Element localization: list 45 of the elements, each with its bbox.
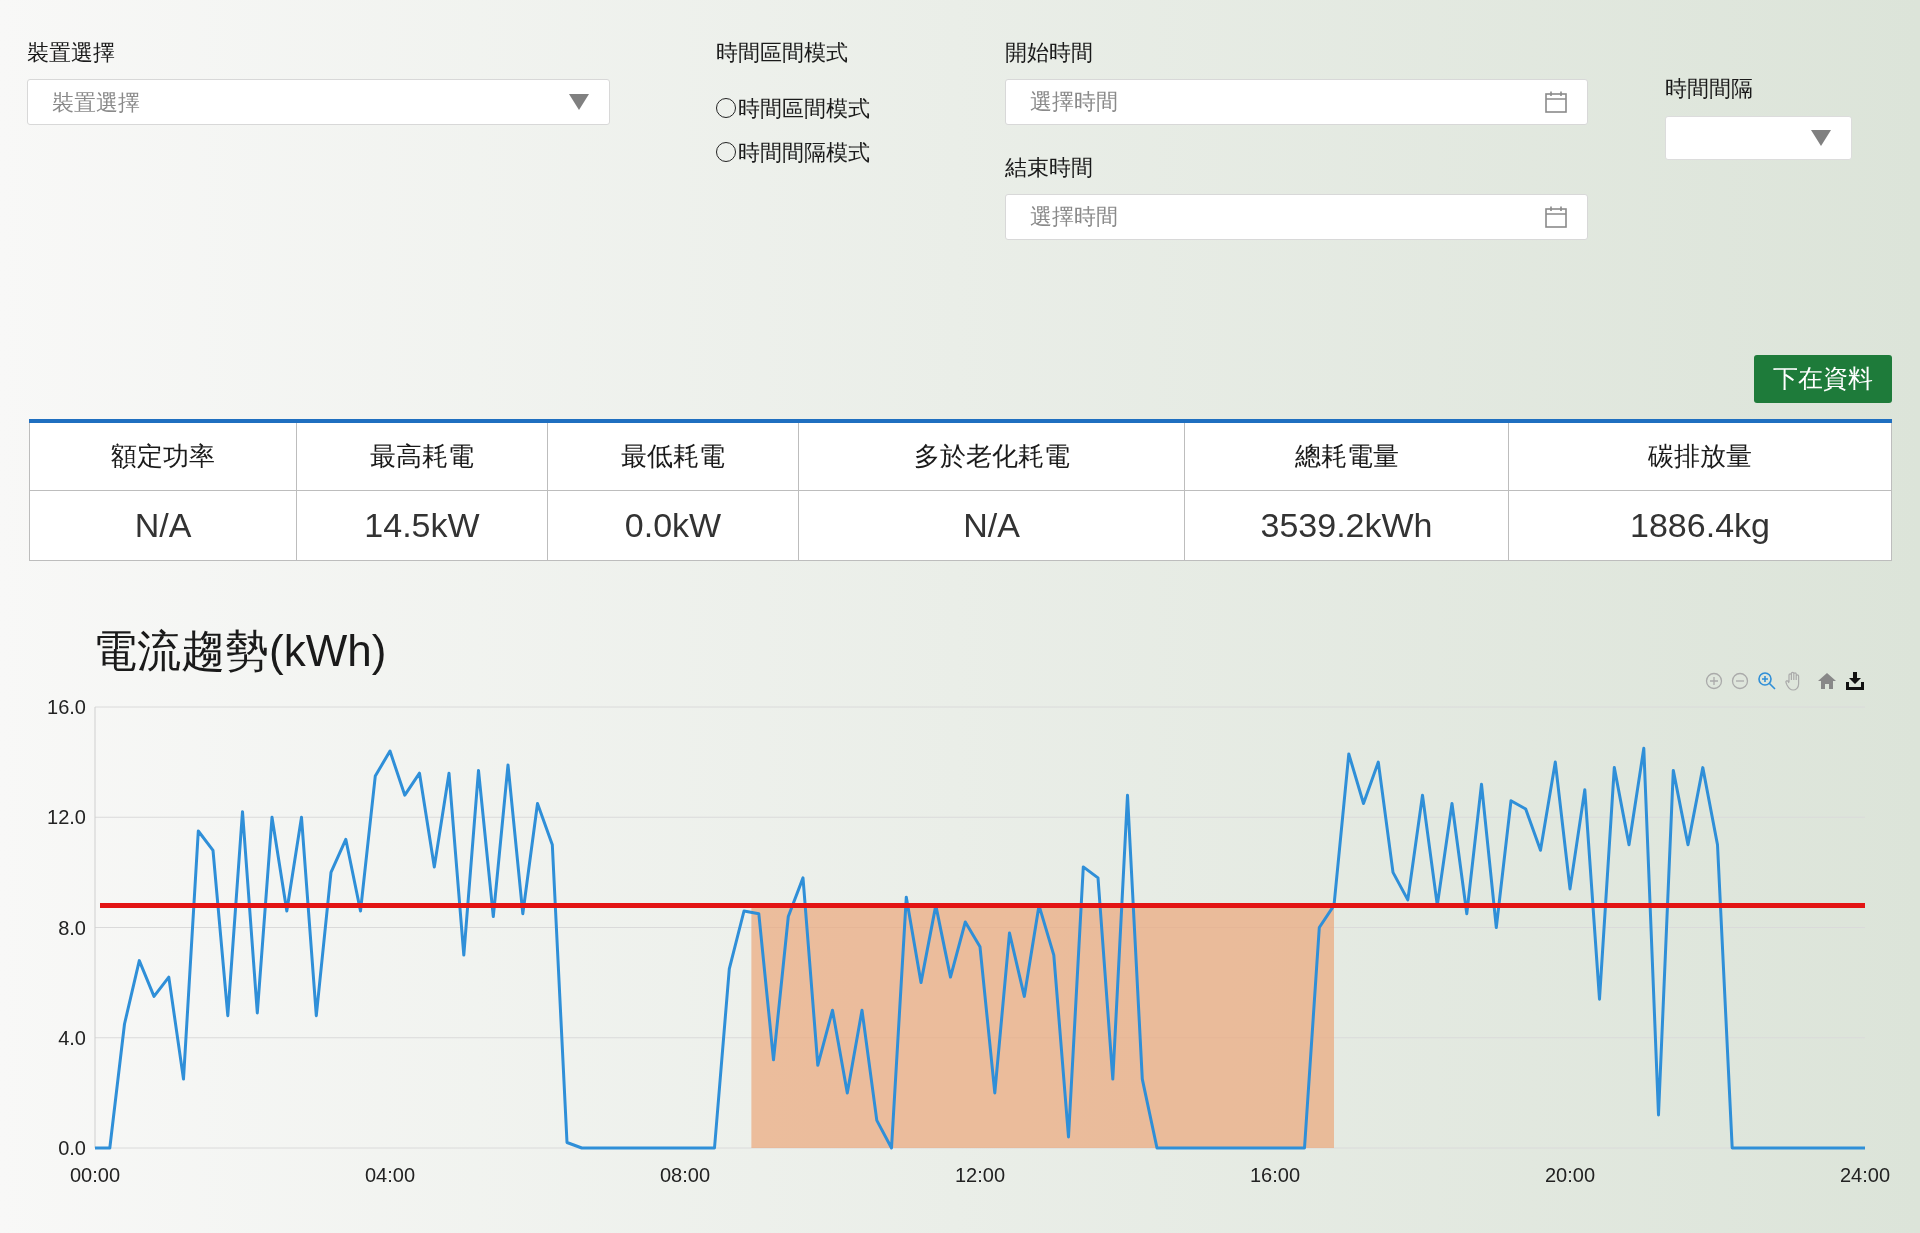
field-label: 結束時間 [1005,154,1094,182]
field-label: 時間區間模式 [716,39,849,67]
axis-label: 20:00 [1544,1164,1596,1186]
table-cell: 1886.4kg [1508,491,1892,560]
zoom-out-icon[interactable] [1731,672,1749,690]
table-cell: 0.0kW [547,491,798,560]
table-cell: 3539.2kWh [1184,491,1508,560]
axis-label: 08:00 [659,1164,711,1186]
table-cell: 14.5kW [296,491,547,560]
home-icon[interactable] [1817,672,1837,690]
field-label: 開始時間 [1005,39,1094,67]
column-header: 額定功率 [29,423,296,490]
axis-label: 12:00 [954,1164,1006,1186]
axis-label: 24:00 [1839,1164,1891,1186]
field-label: 裝置選擇 [27,39,116,67]
axis-label: 4.0 [58,1026,86,1049]
column-header: 總耗電量 [1184,423,1508,490]
caret-icon [1811,130,1831,146]
axis-label: 0.0 [58,1137,86,1159]
column-header: 最低耗電 [547,423,798,490]
download-button[interactable]: 下在資料 [1754,355,1892,403]
column-header: 多於老化耗電 [798,423,1184,490]
calendar-icon [1544,205,1568,229]
chart-title: 電流趨勢(kWh) [93,625,387,677]
radio-label[interactable]: 時間區間模式 [738,91,870,125]
radio-label[interactable]: 時間間隔模式 [738,135,870,169]
table-cell: N/A [798,491,1184,560]
axis-label: 12.0 [47,806,86,829]
field-label: 時間間隔 [1665,75,1754,103]
time-field[interactable]: 選擇時間 [1005,79,1588,125]
zoom-icon[interactable] [1757,671,1777,691]
column-header: 碳排放量 [1508,423,1892,490]
axis-label: 16:00 [1249,1164,1301,1186]
download-icon[interactable] [1845,672,1865,690]
zoom-in-icon[interactable] [1705,672,1723,690]
column-header: 最高耗電 [296,423,547,490]
axis-label: 8.0 [58,916,86,939]
time-field[interactable]: 選擇時間 [1005,194,1588,240]
axis-label: 04:00 [364,1164,416,1186]
axis-label: 00:00 [69,1164,121,1186]
interval-select[interactable] [1665,116,1852,160]
table-cell: N/A [29,491,296,560]
caret-icon [569,94,589,110]
axis-label: 16.0 [47,699,86,718]
calendar-icon [1544,90,1568,114]
